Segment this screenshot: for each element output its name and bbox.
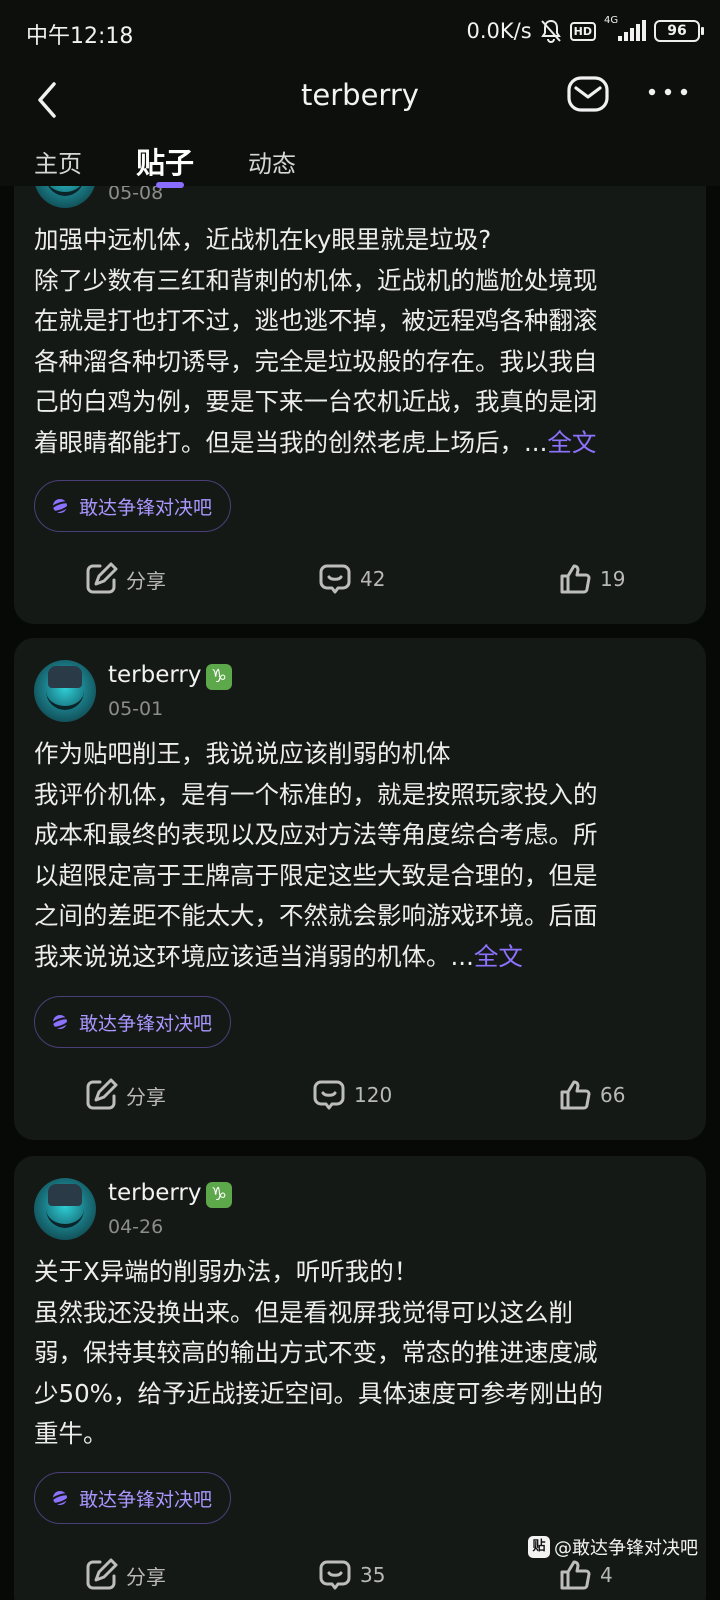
planet-icon bbox=[49, 1491, 71, 1505]
like-button[interactable]: 66 bbox=[558, 1070, 625, 1120]
post-card[interactable]: 05-08 加强中远机体，近战机在ky眼里就是垃圾? 除了少数有三红和背刺的机体… bbox=[14, 140, 706, 624]
share-button[interactable]: 分享 bbox=[84, 1550, 166, 1600]
tieba-logo-icon: 贴 bbox=[528, 1536, 550, 1558]
ellipsis: ... bbox=[450, 941, 474, 971]
share-icon bbox=[86, 1078, 118, 1110]
post-line: 己的白鸡为例，要是下来一台农机近战，我真的是闭 bbox=[34, 387, 598, 416]
net-speed: 0.0K/s bbox=[466, 19, 532, 43]
comment-button[interactable]: 120 bbox=[312, 1070, 392, 1120]
post-line: 弱，保持其较高的输出方式不变，常态的推进速度减 bbox=[34, 1338, 598, 1367]
thumbs-up-icon bbox=[560, 564, 591, 594]
post-line: 各种溜各种切诱导，完全是垃圾般的存在。我以我自 bbox=[34, 346, 598, 376]
tab-posts[interactable]: 贴子 bbox=[136, 140, 194, 182]
status-time: 中午12:18 bbox=[26, 24, 134, 49]
thumbs-up-icon bbox=[560, 1560, 591, 1590]
like-count: 66 bbox=[600, 1083, 626, 1107]
bell-off-icon bbox=[540, 19, 561, 43]
comment-count: 120 bbox=[354, 1083, 393, 1107]
comment-icon bbox=[319, 1560, 351, 1590]
zodiac-badge: ♑ bbox=[206, 1182, 232, 1208]
post-line: 少50%，给予近战接近空间。具体速度可参考刚出的 bbox=[34, 1378, 603, 1408]
post-date: 05-01 bbox=[108, 698, 164, 720]
post-line: 在就是打也打不过，逃也逃不掉，被远程鸡各种翻滚 bbox=[34, 306, 598, 335]
battery-icon: 96 bbox=[654, 20, 704, 42]
mail-button[interactable] bbox=[566, 72, 610, 116]
share-button[interactable]: 分享 bbox=[84, 554, 166, 604]
status-bar: 中午12:18 0.0K/s HD 4G 96 bbox=[0, 0, 720, 62]
post-line: 我评价机体，是有一个标准的，就是按照玩家投入的 bbox=[34, 779, 598, 809]
author-name[interactable]: terberry bbox=[108, 662, 202, 688]
avatar[interactable] bbox=[34, 1178, 96, 1240]
share-label: 分享 bbox=[126, 1084, 166, 1109]
forum-chip[interactable]: 敢达争锋对决吧 bbox=[34, 996, 232, 1048]
post-actions: 分享 42 19 bbox=[14, 554, 706, 604]
profile-tabs: 主页 贴子 动态 bbox=[0, 144, 720, 188]
comment-button[interactable]: 35 bbox=[318, 1550, 385, 1600]
tab-activity[interactable]: 动态 bbox=[248, 144, 296, 179]
post-line: 之间的差距不能太大，不然就会影响游戏环境。后面 bbox=[34, 901, 598, 930]
forum-name: 敢达争锋对决吧 bbox=[79, 1012, 213, 1035]
post-title: 加强中远机体，近战机在ky眼里就是垃圾? bbox=[34, 225, 492, 254]
read-more-link[interactable]: 全文 bbox=[474, 942, 523, 971]
comment-count: 35 bbox=[360, 1563, 386, 1587]
comment-button[interactable]: 42 bbox=[318, 554, 385, 604]
zodiac-badge: ♑ bbox=[206, 664, 232, 690]
watermark: 贴 @敢达争锋对决吧 bbox=[528, 1534, 698, 1560]
post-body[interactable]: 加强中远机体，近战机在ky眼里就是垃圾? 除了少数有三红和背刺的机体，近战机的尴… bbox=[34, 220, 684, 463]
status-icons: 0.0K/s HD 4G 96 bbox=[466, 15, 704, 46]
signal-label: 4G bbox=[604, 15, 619, 26]
comment-icon bbox=[319, 564, 351, 594]
post-title: 关于X异端的削弱办法，听听我的！ bbox=[34, 1257, 419, 1286]
thumbs-up-icon bbox=[560, 1080, 591, 1110]
post-line: 以超限定高于王牌高于限定这些大致是合理的，但是 bbox=[34, 860, 598, 890]
post-body[interactable]: 作为贴吧削王，我说说应该削弱的机体 我评价机体，是有一个标准的，就是按照玩家投入… bbox=[34, 734, 684, 977]
watermark-text: @敢达争锋对决吧 bbox=[554, 1538, 698, 1559]
hd-icon: HD bbox=[569, 21, 596, 41]
share-button[interactable]: 分享 bbox=[84, 1070, 166, 1120]
post-line: 虽然我还没换出来。但是看视屏我觉得可以这么削 bbox=[34, 1297, 573, 1327]
post-line: 除了少数有三红和背刺的机体，近战机的尴尬处境现 bbox=[34, 265, 598, 295]
post-card[interactable]: terberry ♑ 05-01 作为贴吧削王，我说说应该削弱的机体 我评价机体… bbox=[14, 638, 706, 1140]
forum-name: 敢达争锋对决吧 bbox=[79, 1488, 213, 1511]
share-icon bbox=[86, 562, 118, 594]
more-button[interactable] bbox=[646, 80, 690, 104]
tab-home[interactable]: 主页 bbox=[34, 144, 82, 179]
post-line: 重牛。 bbox=[34, 1419, 108, 1448]
read-more-link[interactable]: 全文 bbox=[547, 428, 596, 457]
post-line: 我来说说这环境应该适当消弱的机体。 bbox=[34, 941, 451, 971]
author-name[interactable]: terberry bbox=[108, 1180, 202, 1206]
post-body[interactable]: 关于X异端的削弱办法，听听我的！ 虽然我还没换出来。但是看视屏我觉得可以这么削 … bbox=[34, 1252, 684, 1455]
profile-header: terberry 主页 贴子 动态 bbox=[0, 62, 720, 188]
post-line: 成本和最终的表现以及应对方法等角度综合考虑。所 bbox=[34, 820, 598, 849]
forum-chip[interactable]: 敢达争锋对决吧 bbox=[34, 1472, 232, 1524]
mail-icon bbox=[567, 76, 609, 112]
more-icon bbox=[648, 88, 688, 96]
post-line: 着眼睛都能打。但是当我的创然老虎上场后， bbox=[34, 427, 524, 457]
signal-icon: 4G bbox=[604, 15, 646, 41]
planet-icon bbox=[49, 499, 71, 513]
avatar[interactable] bbox=[34, 660, 96, 722]
share-label: 分享 bbox=[126, 1564, 166, 1589]
share-icon bbox=[86, 1558, 118, 1590]
like-count: 19 bbox=[600, 567, 626, 591]
planet-icon bbox=[49, 1015, 71, 1029]
active-tab-indicator bbox=[156, 182, 184, 188]
like-button[interactable]: 19 bbox=[558, 554, 625, 604]
post-actions: 分享 120 66 bbox=[14, 1070, 706, 1120]
ellipsis: ... bbox=[524, 427, 548, 457]
comment-count: 42 bbox=[360, 567, 386, 591]
post-title: 作为贴吧削王，我说说应该削弱的机体 bbox=[34, 739, 451, 768]
comment-icon bbox=[313, 1080, 345, 1110]
post-date: 04-26 bbox=[108, 1216, 164, 1238]
forum-chip[interactable]: 敢达争锋对决吧 bbox=[34, 480, 232, 532]
page-title: terberry bbox=[301, 78, 419, 112]
forum-name: 敢达争锋对决吧 bbox=[79, 496, 213, 519]
like-count: 4 bbox=[600, 1563, 613, 1587]
share-label: 分享 bbox=[126, 568, 166, 593]
